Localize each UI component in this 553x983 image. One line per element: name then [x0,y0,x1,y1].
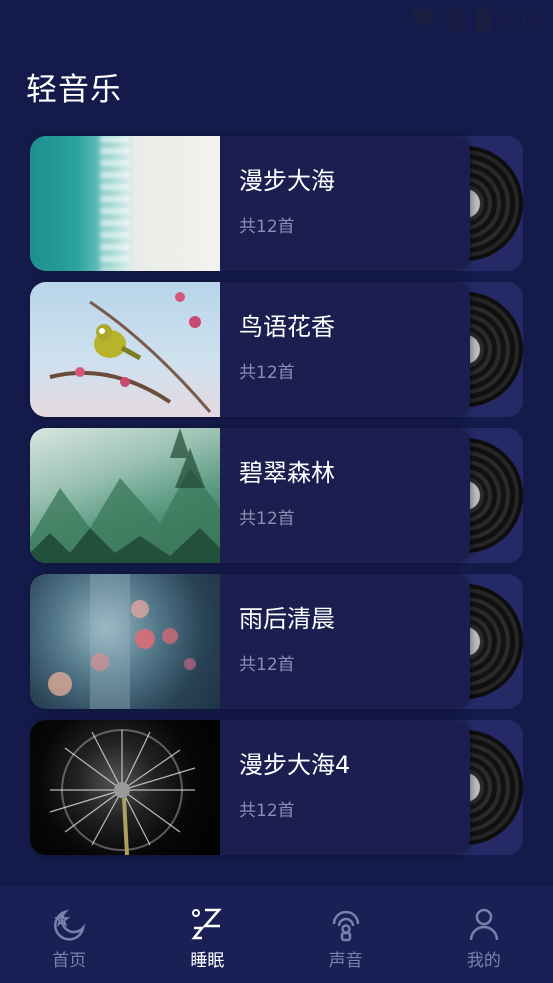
album-card[interactable]: 鸟语花香 共12首 [30,282,523,417]
sound-signal-icon [332,910,359,942]
album-card[interactable]: 碧翠森林 共12首 [30,428,523,563]
battery-charging-icon [476,7,491,31]
album-card[interactable]: 雨后清晨 共12首 [30,574,523,709]
album-cover-image [30,282,220,417]
nav-label: 首页 [52,951,87,971]
album-card[interactable]: 漫步大海4 共12首 [30,720,523,855]
album-track-count: 共12首 [239,217,295,237]
album-title: 漫步大海 [239,167,335,195]
album-cover-image [30,720,220,855]
album-title: 雨后清晨 [239,605,335,633]
album-title: 鸟语花香 [239,313,335,341]
album-cover-image [30,136,220,271]
album-track-count: 共12首 [239,509,295,529]
album-title: 漫步大海4 [239,751,351,779]
album-track-count: 共12首 [239,363,295,383]
album-cover-image [30,428,220,563]
album-list: 漫步大海 共12首 鸟语花香 共12首 碧翠森林 共12首 雨后清晨 共12首 … [30,136,523,866]
nav-item-sound[interactable]: 声音 [291,886,401,971]
album-title: 碧翠森林 [239,459,335,487]
status-time: 5:10 [500,7,541,30]
nav-item-sleep[interactable]: 睡眠 [152,886,262,971]
album-card[interactable]: 漫步大海 共12首 [30,136,523,271]
nav-label: 声音 [328,951,363,971]
album-track-count: 共12首 [239,801,295,821]
album-cover-image [30,574,220,709]
nav-item-home[interactable]: 首页 [14,886,124,971]
person-icon [469,908,499,941]
sleep-zz-icon [191,908,223,940]
nav-item-profile[interactable]: 我的 [429,886,539,971]
nav-label: 我的 [466,951,501,971]
status-bar: 5:10 [0,0,553,38]
no-sim-icon [446,8,466,30]
bottom-nav: 首页 睡眠 声音 我的 [0,886,553,983]
moon-star-icon [54,909,86,941]
album-track-count: 共12首 [239,655,295,675]
page-title: 轻音乐 [26,72,122,108]
wifi-icon [410,8,437,29]
nav-label: 睡眠 [190,951,225,971]
